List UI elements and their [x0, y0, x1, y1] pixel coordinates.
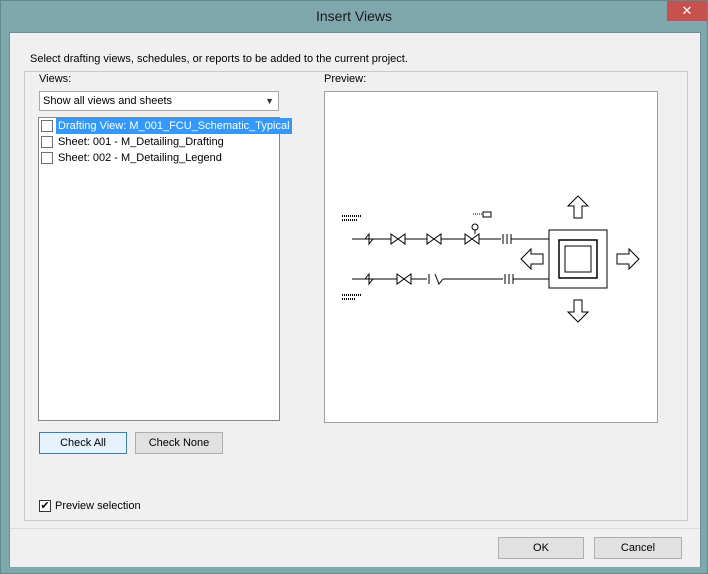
item-label: Sheet: 002 - M_Detailing_Legend [58, 152, 222, 164]
chevron-down-icon: ▼ [265, 96, 274, 106]
preview-label: Preview: [324, 73, 367, 85]
item-checkbox[interactable] [41, 136, 53, 148]
list-item[interactable]: Sheet: 001 - M_Detailing_Drafting [39, 134, 279, 150]
schematic-preview-drawing [342, 195, 640, 323]
insert-views-window: Insert Views ✕ Select drafting views, sc… [0, 0, 708, 574]
preview-selection-label: Preview selection [55, 500, 141, 512]
views-label: Views: [39, 73, 72, 85]
check-all-button[interactable]: Check All [39, 432, 127, 454]
dialog-footer: OK Cancel [10, 528, 700, 567]
window-title: Insert Views [316, 8, 392, 24]
item-checkbox[interactable] [41, 120, 53, 132]
item-label: Drafting View: M_001_FCU_Schematic_Typic… [56, 118, 292, 134]
list-item[interactable]: Sheet: 002 - M_Detailing_Legend [39, 150, 279, 166]
views-list[interactable]: Drafting View: M_001_FCU_Schematic_Typic… [38, 117, 292, 421]
views-filter-select[interactable]: Show all views and sheets ▼ [39, 91, 279, 111]
list-item[interactable]: Drafting View: M_001_FCU_Schematic_Typic… [39, 118, 292, 134]
check-icon[interactable]: ✔ [39, 500, 51, 512]
cancel-button[interactable]: Cancel [594, 537, 682, 559]
item-checkbox[interactable] [41, 152, 53, 164]
close-button[interactable]: ✕ [667, 1, 707, 21]
dialog-client-area: Select drafting views, schedules, or rep… [9, 32, 701, 567]
instructions-text: Select drafting views, schedules, or rep… [30, 53, 408, 65]
ok-button[interactable]: OK [498, 537, 584, 559]
item-label: Sheet: 001 - M_Detailing_Drafting [58, 136, 224, 148]
preview-pane [324, 91, 658, 423]
views-filter-value: Show all views and sheets [43, 95, 173, 107]
check-none-button[interactable]: Check None [135, 432, 223, 454]
close-icon: ✕ [681, 3, 693, 18]
